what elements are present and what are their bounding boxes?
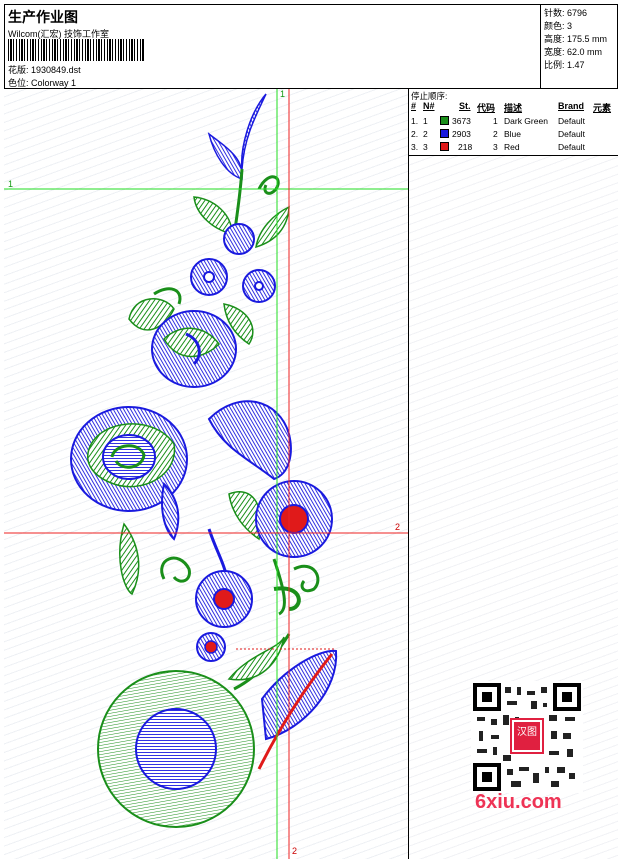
guide-label-green-v: 1 xyxy=(280,89,286,99)
color-swatch xyxy=(440,116,449,125)
top-sprig xyxy=(190,93,290,303)
stat-width: 宽度: 62.0 mm xyxy=(544,47,603,57)
colorway-label: 色位: xyxy=(8,78,29,88)
file-name: 1930849.dst xyxy=(31,65,81,75)
stat-stitches: 针数: 6796 xyxy=(544,8,588,18)
col-desc: 描述 xyxy=(504,103,523,113)
color-swatch xyxy=(440,129,449,138)
big-flower xyxy=(97,633,338,828)
qr-code: 汉图 xyxy=(471,681,583,793)
col-stitches: St. xyxy=(459,101,471,111)
col-num: # xyxy=(411,101,417,111)
file-row: 花版: 1930849.dst xyxy=(8,63,81,76)
embroidery-artwork xyxy=(4,89,408,859)
bud-and-leaves xyxy=(128,287,254,388)
stat-colors: 颜色: 3 xyxy=(544,21,573,31)
colorway-name: Colorway 1 xyxy=(31,78,77,88)
header-panel: 生产作业图 Wilcom(汇宏) 技饰工作室 花版: 1930849.dst 色… xyxy=(4,4,541,89)
colorway-row: 色位: Colorway 1 xyxy=(8,76,76,89)
stat-ratio: 比例: 1.47 xyxy=(544,60,585,70)
watermark-logo: 6xiu.com xyxy=(475,791,562,813)
guide-label-red-h: 2 xyxy=(395,522,401,532)
stats-panel: 针数: 6796 颜色: 3 高度: 175.5 mm 宽度: 62.0 mm … xyxy=(541,4,618,89)
guide-label-green-h: 1 xyxy=(8,179,14,189)
col-code: 代码 xyxy=(477,103,496,113)
guide-label-red-v: 2 xyxy=(292,846,298,856)
stat-height: 高度: 175.5 mm xyxy=(544,34,608,44)
file-label: 花版: xyxy=(8,65,29,75)
col-needle: N# xyxy=(423,101,435,111)
qr-badge: 汉图 xyxy=(517,727,537,738)
color-swatch xyxy=(440,142,449,151)
barcode xyxy=(8,39,144,61)
side-panel: 停止顺序: # N# St. 代码 描述 Brand 元素 1. 1 3673 … xyxy=(409,89,618,859)
col-brand: Brand xyxy=(558,101,585,111)
stop-sequence-panel: 停止顺序: # N# St. 代码 描述 Brand 元素 1. 1 3673 … xyxy=(409,89,618,156)
design-canvas[interactable]: 1 1 2 2 xyxy=(4,89,409,859)
page-title: 生产作业图 xyxy=(8,9,78,25)
col-element: 元素 xyxy=(593,103,612,113)
